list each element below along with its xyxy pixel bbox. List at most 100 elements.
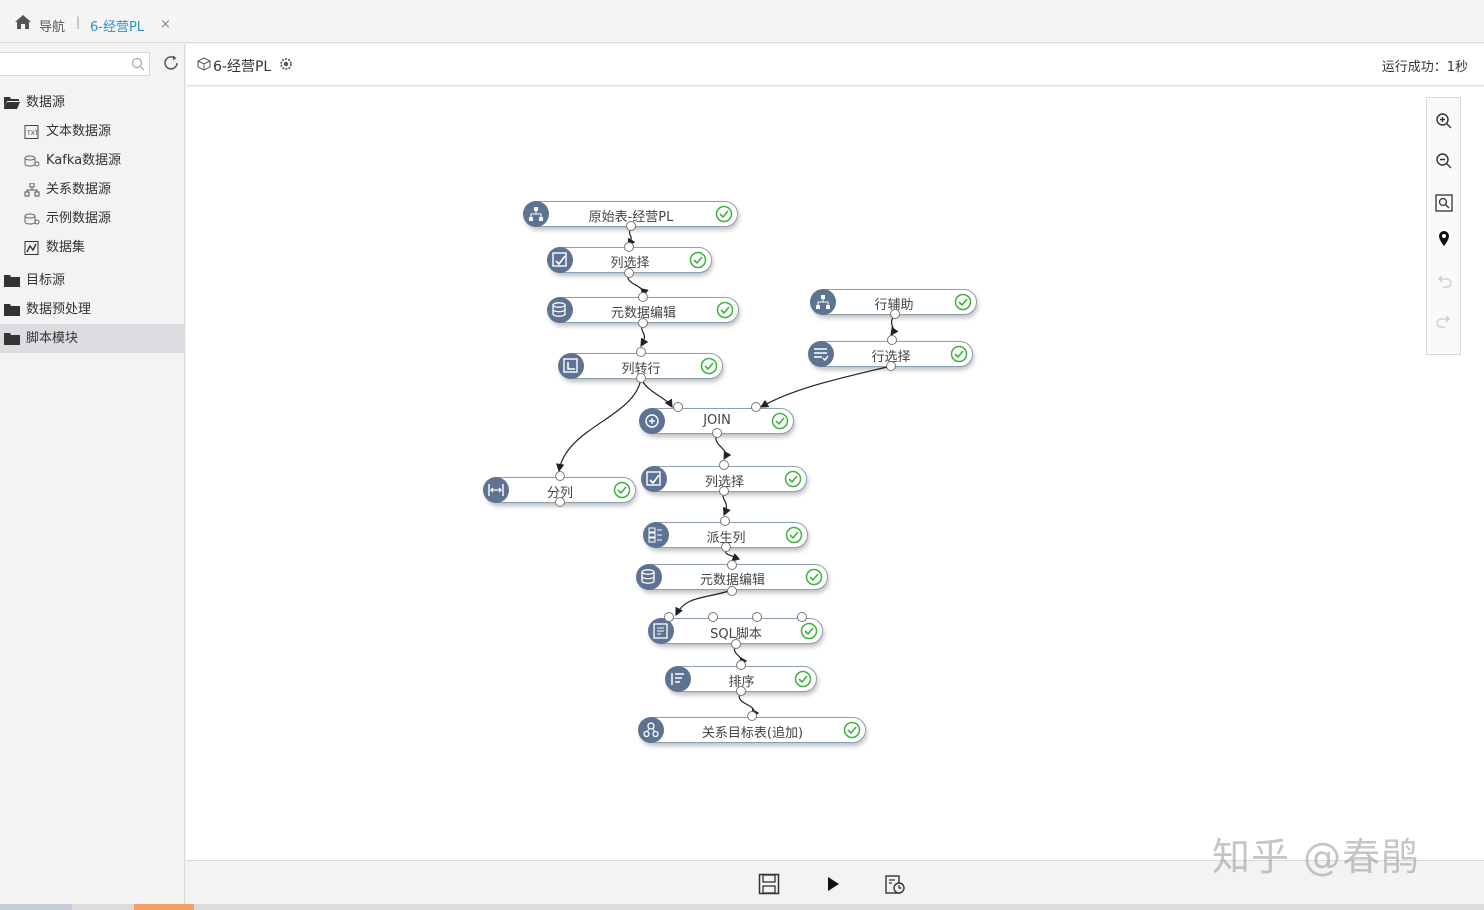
watermark: 知乎 @春鹃 bbox=[1212, 835, 1421, 879]
success-check-icon bbox=[800, 622, 818, 640]
input-port[interactable] bbox=[887, 335, 897, 345]
gear-icon[interactable] bbox=[278, 56, 294, 72]
success-check-icon bbox=[805, 568, 823, 586]
split-column-icon bbox=[483, 477, 509, 503]
taskbar-segment-active bbox=[134, 904, 194, 910]
input-port[interactable] bbox=[636, 347, 646, 357]
success-check-icon bbox=[785, 526, 803, 544]
output-port[interactable] bbox=[886, 361, 896, 371]
input-port[interactable] bbox=[736, 660, 746, 670]
output-port[interactable] bbox=[624, 268, 634, 278]
input-port[interactable] bbox=[664, 612, 674, 622]
flow-icon bbox=[197, 57, 211, 71]
dataset-icon bbox=[24, 241, 39, 255]
success-check-icon bbox=[689, 251, 707, 269]
flow-header: 6-经营PL 运行成功：1秒 bbox=[186, 44, 1484, 86]
tree-item-relational-source[interactable]: 关系数据源 bbox=[0, 175, 185, 204]
tree-folder-target[interactable]: 目标源 bbox=[0, 266, 185, 295]
column-select-icon bbox=[641, 466, 667, 492]
column-select-icon bbox=[547, 247, 573, 273]
tree-folder-script[interactable]: 脚本模块 bbox=[0, 324, 185, 353]
module-tree: 数据源 TXT 文本数据源 Kafka数据源 关系数据源 示例数据源 数据集 目… bbox=[0, 88, 185, 353]
home-icon[interactable] bbox=[14, 14, 32, 30]
tab-separator: | bbox=[76, 15, 81, 29]
zoom-in-icon[interactable] bbox=[1435, 112, 1453, 130]
zoom-out-icon[interactable] bbox=[1435, 152, 1453, 170]
row-select-icon bbox=[808, 341, 834, 367]
taskbar-segment bbox=[0, 904, 72, 910]
svg-text:TXT: TXT bbox=[26, 130, 39, 137]
input-port[interactable] bbox=[708, 612, 718, 622]
relational-db-icon bbox=[810, 289, 836, 315]
output-port[interactable] bbox=[719, 486, 729, 496]
top-tab-bar: 导航 | 6-经营PL × bbox=[0, 7, 1484, 43]
tree-folder-preprocess[interactable]: 数据预处理 bbox=[0, 295, 185, 324]
nav-link[interactable]: 导航 bbox=[39, 16, 65, 35]
tree-label: Kafka数据源 bbox=[46, 153, 122, 168]
refresh-icon[interactable] bbox=[162, 54, 180, 72]
tree-item-kafka-source[interactable]: Kafka数据源 bbox=[0, 146, 185, 175]
output-port[interactable] bbox=[727, 586, 737, 596]
app-window: 导航 | 6-经营PL × 数据源 TXT 文本数据源 Kafka数据源 关系数… bbox=[0, 0, 1484, 910]
success-check-icon bbox=[843, 721, 861, 739]
sql-script-icon bbox=[648, 618, 674, 644]
input-port[interactable] bbox=[638, 292, 648, 302]
success-check-icon bbox=[950, 345, 968, 363]
run-icon[interactable] bbox=[822, 873, 844, 895]
text-file-icon: TXT bbox=[24, 125, 39, 139]
tree-item-sample-source[interactable]: 示例数据源 bbox=[0, 204, 185, 233]
output-port[interactable] bbox=[555, 497, 565, 507]
run-status-text: 运行成功：1秒 bbox=[1381, 60, 1468, 75]
tree-label: 脚本模块 bbox=[26, 331, 79, 346]
output-port[interactable] bbox=[731, 639, 741, 649]
locate-pin-icon[interactable] bbox=[1435, 230, 1453, 248]
input-port[interactable] bbox=[719, 460, 729, 470]
output-port[interactable] bbox=[638, 318, 648, 328]
flow-canvas[interactable]: 原始表-经营PL 列选择 元数据编辑 列转行 行辅助 行选择 JOIN 分列 列… bbox=[186, 87, 1484, 860]
tab-active-flow[interactable]: 6-经营PL bbox=[90, 16, 144, 35]
input-port[interactable] bbox=[752, 612, 762, 622]
tab-close-button[interactable]: × bbox=[160, 17, 171, 32]
tree-label: 数据集 bbox=[46, 240, 86, 255]
output-port[interactable] bbox=[736, 686, 746, 696]
join-icon bbox=[639, 408, 665, 434]
tree-item-dataset[interactable]: 数据集 bbox=[0, 233, 185, 262]
output-port[interactable] bbox=[626, 221, 636, 231]
database-edit-icon bbox=[636, 564, 662, 590]
input-port[interactable] bbox=[751, 402, 761, 412]
tree-label: 数据预处理 bbox=[26, 302, 92, 317]
input-port[interactable] bbox=[720, 516, 730, 526]
input-port[interactable] bbox=[555, 471, 565, 481]
relational-db-icon bbox=[523, 201, 549, 227]
edge bbox=[555, 377, 642, 473]
success-check-icon bbox=[954, 293, 972, 311]
tree-label: 目标源 bbox=[26, 273, 66, 288]
redo-icon[interactable] bbox=[1435, 312, 1453, 330]
fit-view-icon[interactable] bbox=[1435, 194, 1453, 212]
pivot-icon bbox=[558, 353, 584, 379]
success-check-icon bbox=[700, 357, 718, 375]
tree-label: 示例数据源 bbox=[46, 211, 112, 226]
output-port[interactable] bbox=[636, 373, 646, 383]
input-port[interactable] bbox=[727, 560, 737, 570]
input-port[interactable] bbox=[747, 711, 757, 721]
database-edit-icon bbox=[547, 297, 573, 323]
output-port[interactable] bbox=[721, 542, 731, 552]
edge bbox=[675, 589, 733, 617]
schedule-icon[interactable] bbox=[884, 873, 906, 895]
search-icon[interactable] bbox=[131, 57, 145, 71]
output-port[interactable] bbox=[890, 309, 900, 319]
input-port[interactable] bbox=[797, 612, 807, 622]
success-check-icon bbox=[794, 670, 812, 688]
success-check-icon bbox=[613, 481, 631, 499]
tree-folder-datasource[interactable]: 数据源 bbox=[0, 88, 185, 117]
output-port[interactable] bbox=[712, 428, 722, 438]
tree-item-text-source[interactable]: TXT 文本数据源 bbox=[0, 117, 185, 146]
search-input[interactable] bbox=[0, 52, 150, 76]
sort-icon bbox=[665, 666, 691, 692]
input-port[interactable] bbox=[624, 242, 634, 252]
tree-label: 文本数据源 bbox=[46, 124, 112, 139]
undo-icon[interactable] bbox=[1435, 272, 1453, 290]
save-icon[interactable] bbox=[758, 873, 780, 895]
input-port[interactable] bbox=[673, 402, 683, 412]
